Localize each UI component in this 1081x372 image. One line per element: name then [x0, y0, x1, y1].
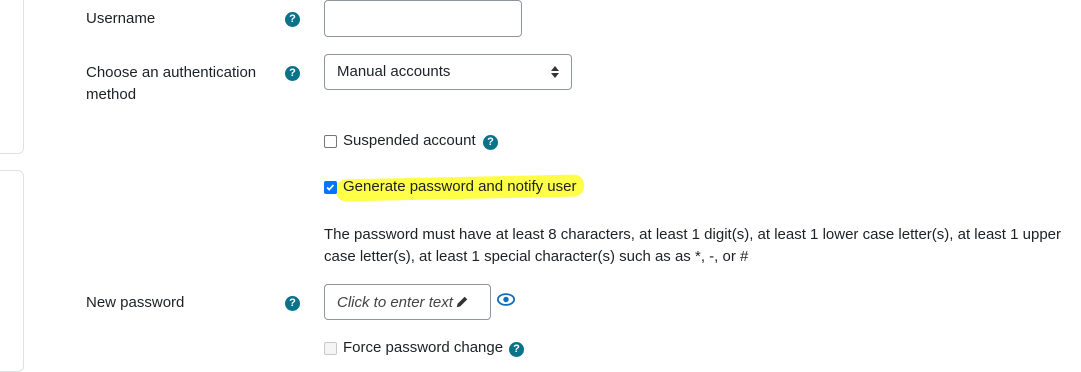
suspended-label: Suspended account [343, 132, 476, 149]
generate-password-checkbox[interactable] [324, 181, 337, 194]
sort-arrows-icon [551, 66, 559, 78]
help-icon[interactable]: ? [285, 12, 300, 27]
force-password-change-label: Force password change [343, 339, 504, 356]
left-block-panel [0, 0, 24, 154]
generate-password-label: Generate password and notify user [343, 178, 577, 195]
username-label: Username [86, 10, 156, 27]
new-password-label: New password [86, 294, 185, 311]
eye-icon[interactable] [497, 293, 515, 306]
force-password-change-checkbox[interactable] [324, 342, 337, 355]
left-block-panel-2 [0, 170, 24, 372]
new-password-input[interactable]: Click to enter text [324, 284, 491, 320]
auth-method-selected: Manual accounts [337, 63, 451, 80]
help-icon[interactable]: ? [509, 342, 524, 357]
help-icon[interactable]: ? [285, 66, 300, 81]
pencil-icon [456, 296, 468, 308]
username-input[interactable] [324, 0, 522, 37]
suspended-checkbox[interactable] [324, 135, 337, 148]
help-icon[interactable]: ? [483, 135, 498, 150]
help-icon[interactable]: ? [285, 296, 300, 311]
password-rules-text: The password must have at least 8 charac… [324, 226, 1062, 265]
new-password-placeholder: Click to enter text [337, 294, 453, 311]
checkmark-icon [326, 184, 335, 191]
auth-method-label: Choose an authentication method [86, 64, 257, 103]
auth-method-select[interactable]: Manual accounts [324, 54, 572, 90]
